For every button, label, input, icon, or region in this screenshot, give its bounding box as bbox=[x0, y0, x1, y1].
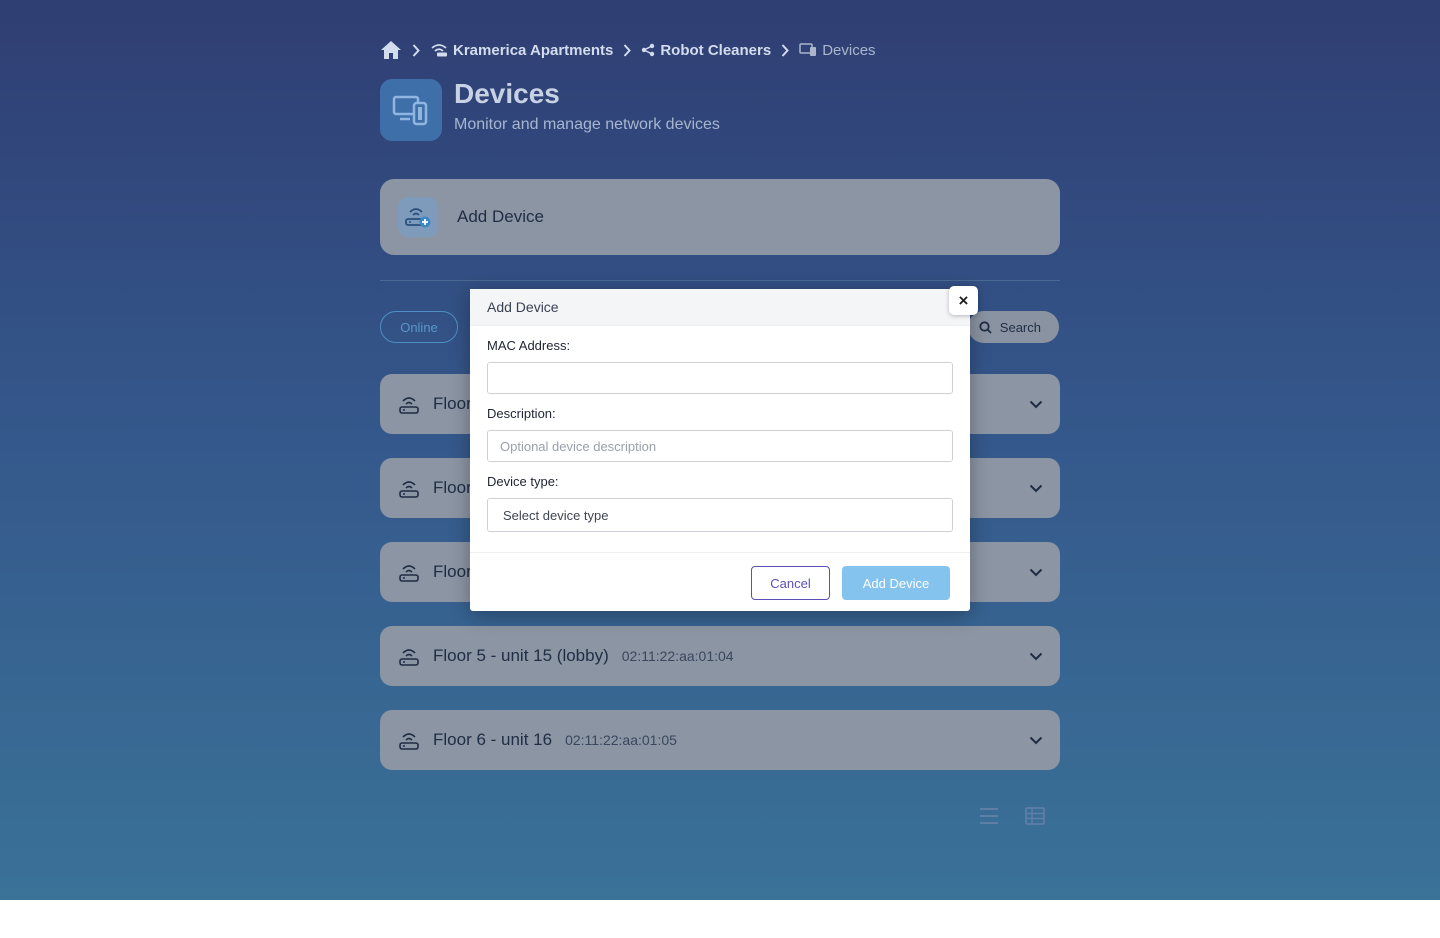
router-icon bbox=[399, 730, 419, 750]
device-name: Floor 6 - unit 16 bbox=[433, 730, 553, 749]
search-icon bbox=[979, 320, 992, 334]
device-row[interactable]: Floor 5 - unit 15 (lobby) 02:11:22:aa:01… bbox=[380, 626, 1060, 686]
divider bbox=[380, 280, 1060, 281]
wifi-network-icon bbox=[431, 44, 447, 57]
share-nodes-icon bbox=[642, 43, 655, 57]
breadcrumb-group-label: Robot Cleaners bbox=[660, 41, 772, 59]
device-name: Floor 5 - unit 15 (lobby) bbox=[433, 646, 609, 665]
device-row[interactable]: Floor 6 - unit 16 02:11:22:aa:01:05 bbox=[380, 710, 1060, 770]
close-icon[interactable]: × bbox=[949, 286, 978, 315]
home-icon bbox=[381, 41, 401, 59]
router-icon bbox=[399, 394, 419, 414]
table-view-icon[interactable] bbox=[1024, 806, 1046, 826]
page-subtitle: Monitor and manage network devices bbox=[454, 116, 720, 133]
add-device-label: Add Device bbox=[457, 207, 544, 226]
add-device-button[interactable]: Add Device bbox=[842, 566, 950, 600]
search-button[interactable]: Search bbox=[968, 311, 1059, 343]
search-label: Search bbox=[999, 319, 1041, 335]
device-mac: 02:11:22:aa:01:05 bbox=[565, 732, 677, 748]
chevron-down-icon[interactable] bbox=[1029, 564, 1043, 582]
page-header: Devices Monitor and manage network devic… bbox=[380, 79, 720, 141]
description-label: Description: bbox=[487, 406, 556, 421]
device-mac: 02:11:22:aa:01:04 bbox=[621, 648, 734, 664]
chevron-down-icon[interactable] bbox=[1029, 732, 1043, 750]
mac-address-label: MAC Address: bbox=[487, 338, 571, 353]
filter-online-chip[interactable]: Online bbox=[380, 311, 458, 343]
chevron-down-icon[interactable] bbox=[1029, 396, 1043, 414]
add-router-icon bbox=[398, 197, 438, 237]
mac-address-input[interactable] bbox=[487, 362, 953, 394]
chevron-down-icon[interactable] bbox=[1029, 648, 1043, 666]
devices-icon bbox=[380, 79, 442, 141]
device-name: Floor bbox=[433, 394, 472, 413]
breadcrumb-group[interactable]: Robot Cleaners bbox=[641, 42, 771, 59]
router-icon bbox=[399, 562, 419, 582]
page-title: Devices bbox=[454, 78, 560, 109]
description-input[interactable] bbox=[487, 430, 953, 462]
chevron-right-icon bbox=[623, 43, 632, 57]
device-name: Floor bbox=[433, 562, 472, 581]
chevron-right-icon bbox=[781, 43, 790, 57]
breadcrumb-current-label: Devices bbox=[822, 41, 876, 59]
dialog-footer: Cancel Add Device bbox=[470, 552, 970, 611]
breadcrumb-site-label: Kramerica Apartments bbox=[453, 41, 614, 59]
devices-icon bbox=[799, 43, 817, 56]
breadcrumb-site[interactable]: Kramerica Apartments bbox=[430, 42, 613, 59]
router-icon bbox=[399, 646, 419, 666]
breadcrumb-home[interactable] bbox=[380, 40, 402, 60]
device-type-label: Device type: bbox=[487, 474, 559, 489]
chevron-down-icon[interactable] bbox=[1029, 480, 1043, 498]
add-device-card[interactable]: Add Device bbox=[380, 179, 1060, 255]
breadcrumb: Kramerica Apartments Robot Cleaners Devi… bbox=[380, 38, 876, 62]
dialog-title: Add Device bbox=[470, 289, 970, 326]
chevron-right-icon bbox=[412, 43, 420, 57]
add-device-dialog: Add Device × MAC Address: Description: D… bbox=[470, 286, 978, 611]
device-name: Floor bbox=[433, 478, 472, 497]
list-view-icon[interactable] bbox=[978, 806, 1000, 826]
breadcrumb-current: Devices bbox=[799, 41, 876, 59]
device-type-select[interactable]: Select device type bbox=[487, 498, 953, 532]
cancel-button[interactable]: Cancel bbox=[751, 566, 830, 600]
router-icon bbox=[399, 478, 419, 498]
